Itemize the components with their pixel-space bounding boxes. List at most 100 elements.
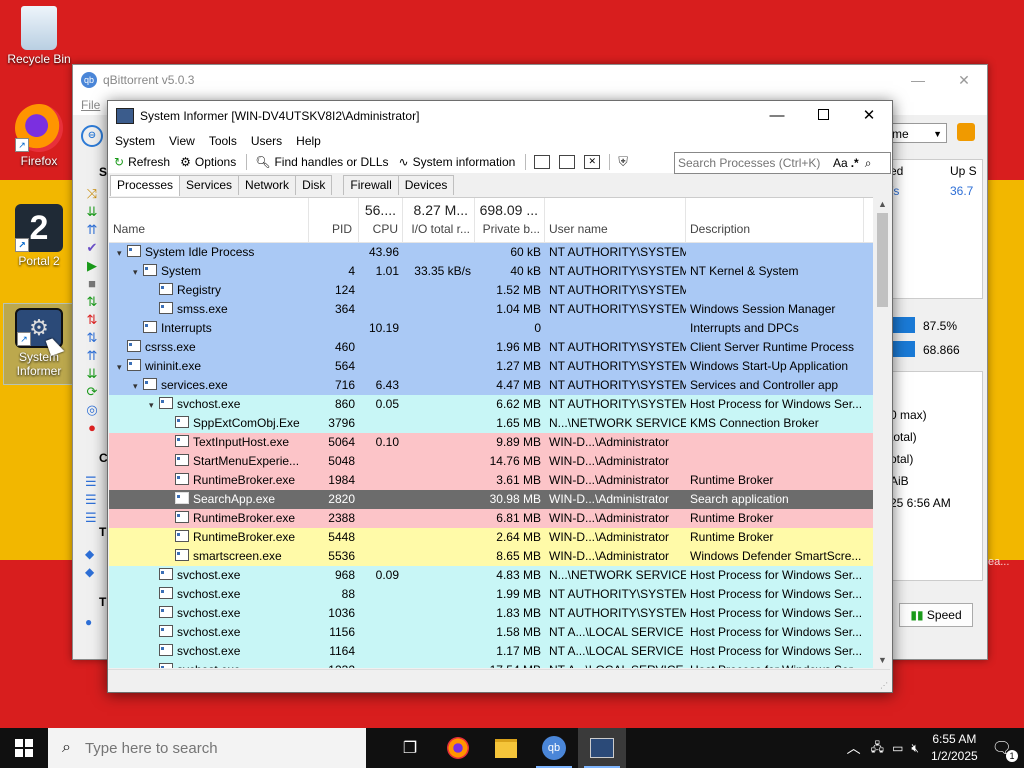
system-informer-window[interactable]: System Informer [WIN-DV4UTSKV8I2\Adminis… — [107, 100, 893, 693]
qbittorrent-close-button[interactable]: ✕ — [941, 65, 987, 95]
qbittorrent-speed-button[interactable]: ▮▮ Speed — [899, 603, 973, 627]
process-tree[interactable]: Name PID 56.... CPU 8.27 M... I/O total r.… — [109, 197, 873, 668]
process-row[interactable]: smartscreen.exe 5536 8.65 MB WIN-D...\Admin… — [109, 547, 873, 566]
column-header-cpu[interactable]: 56.... CPU — [359, 198, 403, 242]
process-row[interactable]: Registry 124 1.52 MB NT AUTHORITY\SYSTEM — [109, 281, 873, 300]
desktop-icon-system-informer[interactable]: ⚙ ↗ System Informer — [3, 303, 75, 385]
menu-system[interactable]: System — [115, 134, 155, 148]
error-icon[interactable]: ● — [81, 419, 103, 437]
process-row[interactable]: ▾ System Idle Process 43.96 60 kB NT AUTHORI… — [109, 243, 873, 262]
qbittorrent-titlebar[interactable]: qb qBittorrent v5.0.3 — [73, 65, 987, 95]
desktop-icon-recycle-bin[interactable]: Recycle Bin — [4, 6, 74, 66]
menu-help[interactable]: Help — [296, 134, 321, 148]
search-input[interactable] — [675, 155, 830, 171]
stop-icon[interactable]: ■ — [81, 275, 103, 293]
expand-chevron-icon[interactable]: ▾ — [133, 377, 143, 395]
match-case-toggle[interactable]: Aa — [833, 156, 848, 170]
process-row[interactable]: csrss.exe 460 1.96 MB NT AUTHORITY\SYSTEM Cl… — [109, 338, 873, 357]
list-icon[interactable]: ☰ ☰ ☰ — [85, 473, 97, 527]
process-row[interactable]: StartMenuExperie... 5048 14.76 MB WIN-D...\… — [109, 452, 873, 471]
process-row[interactable]: svchost.exe 968 0.09 4.83 MB N...\NETWORK SE… — [109, 566, 873, 585]
close-button[interactable]: ✕ — [846, 101, 892, 131]
expand-chevron-icon[interactable]: ▾ — [117, 358, 127, 376]
network-icon[interactable]: ▭ — [892, 741, 903, 755]
chevron-up-icon[interactable]: ︿ — [847, 738, 861, 758]
options-button[interactable]: ⚙ Options — [180, 155, 236, 169]
location-icon[interactable]: ● — [85, 615, 92, 629]
qbittorrent-transfer-list[interactable]: ed Up S /s 36.7 — [887, 159, 983, 299]
window-close-icon[interactable]: ✕ — [584, 155, 601, 169]
taskbar-search-box[interactable]: ⌕ — [48, 728, 366, 768]
column-header-description[interactable]: Description — [686, 198, 864, 242]
play-icon[interactable]: ▶ — [81, 257, 103, 275]
tab-firewall[interactable]: Firewall — [343, 175, 399, 195]
maximize-button[interactable] — [800, 101, 846, 131]
column-header-io[interactable]: 8.27 M... I/O total r... — [403, 198, 475, 242]
download-icon[interactable]: ⇊ — [81, 203, 103, 221]
up-icon[interactable]: ⇈ — [81, 347, 103, 365]
column-header-name[interactable]: Name — [109, 198, 309, 242]
shield-icon[interactable]: ⛨ — [618, 154, 628, 170]
system-information-button[interactable]: ∿ System information — [399, 155, 516, 169]
process-row[interactable]: SearchApp.exe 2820 30.98 MB WIN-D...\Admini… — [109, 490, 873, 509]
process-tree-scrollbar[interactable]: ▲ ▼ — [874, 197, 891, 667]
qbittorrent-menu-file[interactable]: File — [81, 98, 100, 112]
menu-view[interactable]: View — [169, 134, 195, 148]
scrollbar-thumb[interactable] — [877, 213, 888, 307]
process-row[interactable]: Interrupts 10.19 0 Interrupts and DPCs — [109, 319, 873, 338]
process-row[interactable]: svchost.exe 88 1.99 MB NT AUTHORITY\SYSTEM H… — [109, 585, 873, 604]
refresh-button[interactable]: ↻ Refresh — [114, 155, 170, 169]
volume-muted-icon[interactable]: 🔇︎ — [911, 741, 919, 756]
tag-icon[interactable]: ◆ ◆ — [85, 545, 94, 581]
regex-toggle[interactable]: .* — [851, 156, 859, 170]
process-row[interactable]: TextInputHost.exe 5064 0.10 9.89 MB WIN-D...… — [109, 433, 873, 452]
process-row[interactable]: RuntimeBroker.exe 2388 6.81 MB WIN-D...\Adm… — [109, 509, 873, 528]
sort-red-icon[interactable]: ⇅ — [81, 311, 103, 329]
process-row[interactable]: svchost.exe 1156 1.58 MB NT A...\LOCAL SERV… — [109, 623, 873, 642]
process-row[interactable]: svchost.exe 1036 1.83 MB NT AUTHORITY\SYSTE… — [109, 604, 873, 623]
process-row[interactable]: smss.exe 364 1.04 MB NT AUTHORITY\SYSTEM Win… — [109, 300, 873, 319]
qbittorrent-combo[interactable]: me ▼ — [887, 123, 947, 143]
tab-network[interactable]: Network — [238, 175, 297, 195]
taskbar-qbittorrent[interactable]: qb — [530, 728, 578, 768]
tab-devices[interactable]: Devices — [397, 175, 455, 195]
qbittorrent-maximize-button[interactable] — [895, 65, 941, 95]
refresh-icon[interactable]: ⟳ — [81, 383, 103, 401]
expand-chevron-icon[interactable]: ▾ — [149, 396, 159, 414]
window-find-icon[interactable] — [559, 155, 576, 169]
network-device-icon[interactable]: 🖧︎ — [871, 738, 884, 759]
target-icon[interactable]: ◎ — [81, 401, 103, 419]
qbittorrent-toolbar-icon[interactable]: ⊖ — [81, 125, 103, 147]
shuffle-icon[interactable]: ⤨ — [81, 185, 103, 203]
taskbar-firefox[interactable] — [434, 728, 482, 768]
search-processes-box[interactable]: Aa .* ⌕ — [674, 152, 891, 174]
down-icon[interactable]: ⇊ — [81, 365, 103, 383]
column-header-pid[interactable]: PID — [309, 198, 359, 242]
process-row[interactable]: RuntimeBroker.exe 5448 2.64 MB WIN-D...\Adm… — [109, 528, 873, 547]
process-row[interactable]: svchost.exe 1164 1.17 MB NT A...\LOCAL SERV… — [109, 642, 873, 661]
desktop-icon-portal-2[interactable]: 2 ↗ Portal 2 — [4, 204, 74, 268]
find-handles-button[interactable]: 🔍︎ Find handles or DLLs — [255, 155, 388, 169]
tab-processes[interactable]: Processes — [110, 175, 181, 196]
lock-icon[interactable] — [957, 123, 975, 141]
task-view-button[interactable]: ❐ — [386, 728, 434, 768]
process-row[interactable]: ▾ System 4 1.01 33.35 kB/s 40 kB NT AUTHORITY\… — [109, 262, 873, 281]
desktop-icon-firefox[interactable]: ↗ Firefox — [4, 104, 74, 168]
sort-blue-icon[interactable]: ⇅ — [81, 329, 103, 347]
process-row[interactable]: ▾ wininit.exe 564 1.27 MB NT AUTHORITY\SYSTE… — [109, 357, 873, 376]
scroll-up-icon[interactable]: ▲ — [874, 197, 891, 211]
process-row[interactable]: RuntimeBroker.exe 1984 3.61 MB WIN-D...\Adm… — [109, 471, 873, 490]
start-button[interactable] — [0, 728, 48, 768]
process-row[interactable]: ▾ services.exe 716 6.43 4.47 MB NT AUTHORITY\… — [109, 376, 873, 395]
search-icon[interactable]: ⌕ — [865, 156, 872, 171]
sort-icon[interactable]: ⇅ — [81, 293, 103, 311]
check-icon[interactable]: ✔ — [81, 239, 103, 257]
process-row[interactable]: ▾ svchost.exe 860 0.05 6.62 MB NT AUTHORITY\S… — [109, 395, 873, 414]
minimize-button[interactable]: — — [754, 101, 800, 131]
notification-center-button[interactable]: 🗨︎ 1 — [992, 738, 1018, 762]
taskbar-system-informer[interactable] — [578, 728, 626, 768]
tab-disk[interactable]: Disk — [295, 175, 333, 195]
scroll-down-icon[interactable]: ▼ — [874, 653, 891, 667]
expand-chevron-icon[interactable]: ▾ — [133, 263, 143, 281]
resize-grip-icon[interactable]: ⋰ — [880, 681, 888, 690]
